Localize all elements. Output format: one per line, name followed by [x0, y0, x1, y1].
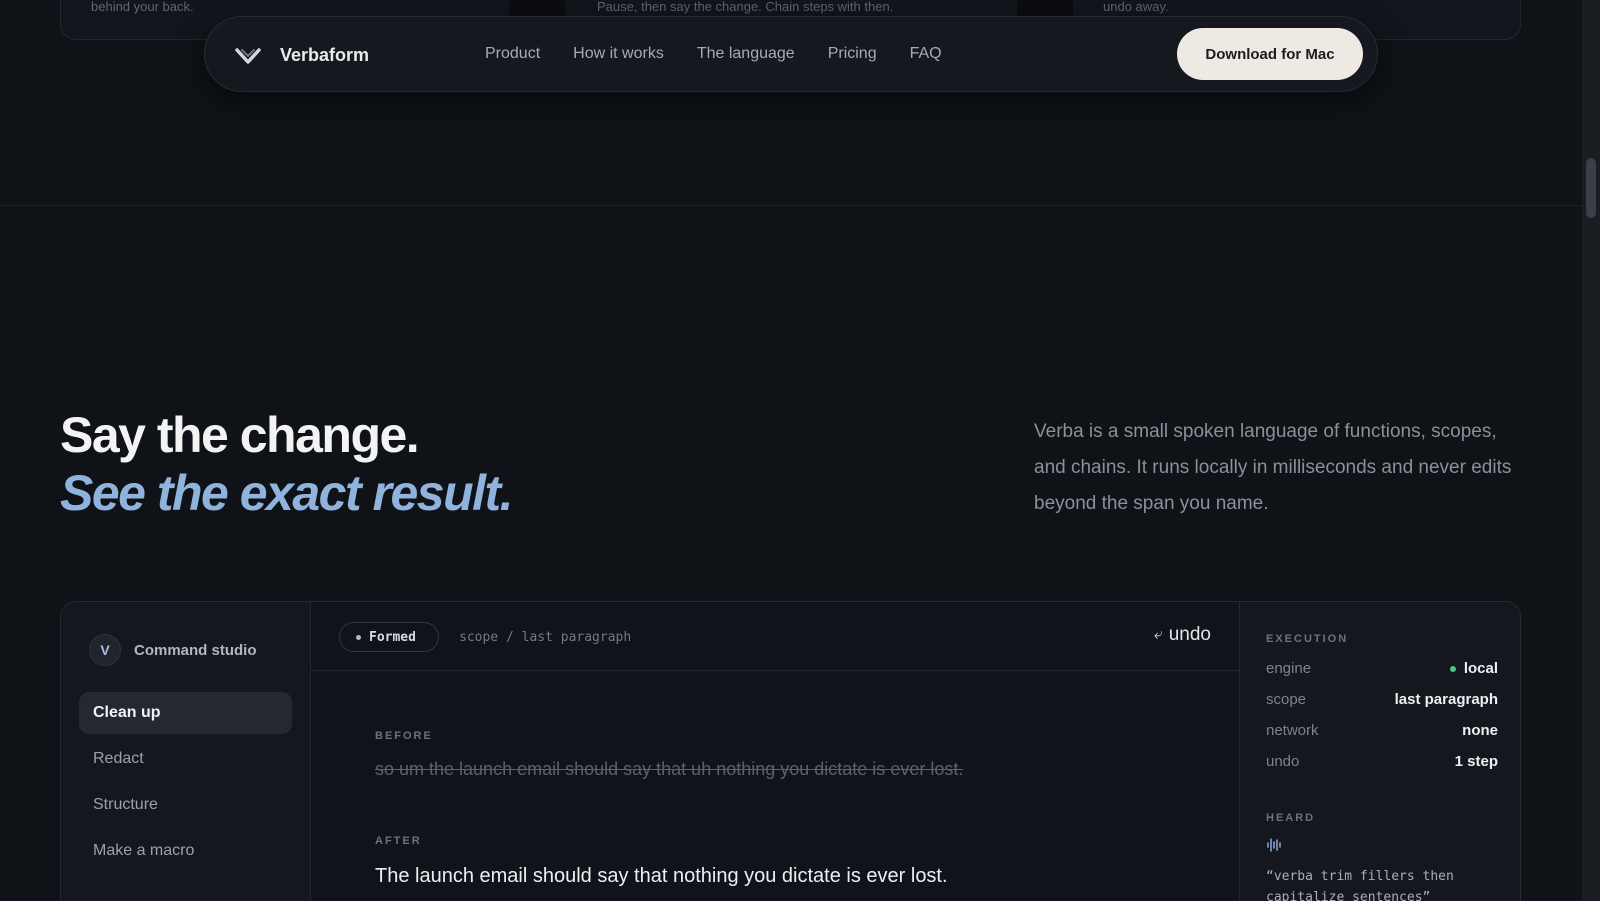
execution-key: scope — [1266, 691, 1307, 708]
previous-section-text: Pause, then say the change. Chain steps … — [597, 0, 894, 14]
command-studio-card: V Command studio Clean up Redact Structu… — [60, 601, 1521, 901]
nav-link-how-it-works[interactable]: How it works — [573, 45, 664, 63]
status-green-dot-icon — [1449, 665, 1456, 672]
heard-transcript: “verba trim fillers then capitalize sent… — [1266, 869, 1454, 901]
execution-value: local — [1449, 660, 1498, 677]
execution-row-scope: scope last paragraph — [1266, 691, 1498, 708]
studio-menu: Clean up Redact Structure Make a macro — [79, 692, 292, 876]
nav-link-faq[interactable]: FAQ — [910, 45, 942, 63]
menu-item-redact[interactable]: Redact — [79, 738, 292, 780]
execution-value: none — [1462, 722, 1498, 739]
nav-link-pricing[interactable]: Pricing — [828, 45, 877, 63]
before-label: BEFORE — [375, 730, 433, 742]
hero-description: Verba is a small spoken language of func… — [1034, 421, 1512, 514]
hero-subtitle: See the exact result. — [60, 465, 514, 521]
execution-key: engine — [1266, 660, 1312, 677]
execution-key: undo — [1266, 753, 1300, 770]
previous-section-text: undo away. — [1103, 0, 1169, 14]
execution-value: 1 step — [1454, 753, 1498, 770]
hero-title: Say the change. — [60, 407, 420, 463]
nav-link-product[interactable]: Product — [485, 45, 540, 63]
menu-item-make-a-macro[interactable]: Make a macro — [79, 830, 292, 872]
execution-row-network: network none — [1266, 722, 1498, 739]
menu-item-structure[interactable]: Structure — [79, 784, 292, 826]
waveform-icon — [1267, 838, 1281, 852]
execution-panel: EXECUTION engine local scope last paragr… — [1239, 602, 1520, 901]
after-text: The launch email should say that nothing… — [375, 865, 948, 887]
studio-header: V Command studio — [89, 634, 257, 666]
before-text: so um the launch email should say that u… — [375, 759, 964, 779]
undo-arrow-icon: ⤶ — [1153, 626, 1163, 643]
execution-value: last paragraph — [1394, 691, 1498, 708]
status-badge: Formed — [339, 622, 439, 652]
download-for-mac-button[interactable]: Download for Mac — [1177, 28, 1363, 80]
status-dot-icon — [356, 634, 361, 640]
undo-button[interactable]: ⤶ undo — [1154, 624, 1211, 646]
studio-sidebar: V Command studio Clean up Redact Structu… — [61, 602, 311, 901]
studio-editor-pane: Formed scope / last paragraph ⤶ undo BEF… — [311, 602, 1239, 901]
status-badge-label: Formed — [369, 629, 416, 645]
nav-links: Product How it works The language Pricin… — [485, 45, 942, 63]
verbaform-logo-icon[interactable] — [233, 41, 263, 71]
after-label: AFTER — [375, 835, 422, 847]
section-divider — [0, 205, 1582, 206]
scrollbar-thumb[interactable] — [1586, 158, 1596, 218]
previous-section-text: behind your back. — [91, 0, 194, 14]
scope-breadcrumb: scope / last paragraph — [459, 630, 632, 645]
engine-value: local — [1463, 660, 1498, 677]
execution-row-undo: undo 1 step — [1266, 753, 1498, 770]
execution-label: EXECUTION — [1266, 633, 1349, 645]
brand-name[interactable]: Verbaform — [280, 45, 369, 66]
nav-link-the-language[interactable]: The language — [697, 45, 795, 63]
scrollbar-track[interactable] — [1582, 0, 1600, 901]
undo-button-label: undo — [1168, 624, 1211, 645]
heard-label: HEARD — [1266, 812, 1316, 824]
studio-title: Command studio — [134, 641, 257, 659]
editor-toolbar: Formed scope / last paragraph ⤶ undo — [311, 602, 1239, 671]
execution-key: network — [1266, 722, 1319, 739]
avatar: V — [89, 634, 121, 666]
menu-item-clean-up[interactable]: Clean up — [79, 692, 292, 734]
top-navigation: Verbaform Product How it works The langu… — [204, 16, 1378, 92]
execution-row-engine: engine local — [1266, 660, 1498, 677]
